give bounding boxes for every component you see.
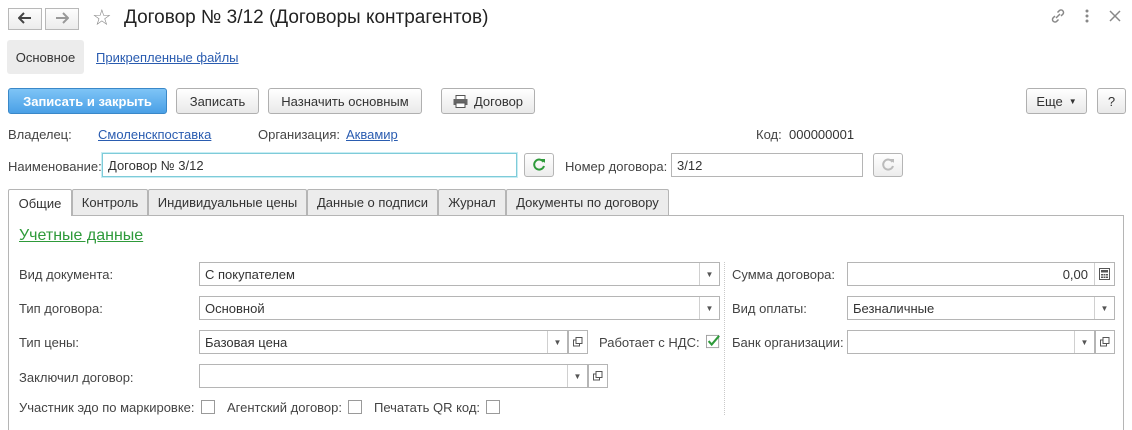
- number-label: Номер договора:: [565, 159, 668, 174]
- print-contract-label: Договор: [473, 93, 524, 109]
- forward-button[interactable]: [45, 8, 79, 30]
- concluded-label: Заключил договор:: [19, 370, 134, 385]
- concluded-select[interactable]: ▼: [199, 364, 588, 388]
- owner-link[interactable]: Смоленскпоставка: [98, 127, 211, 142]
- contract-type-label: Тип договора:: [19, 301, 103, 316]
- edo-checkbox[interactable]: [201, 400, 215, 414]
- tab-control[interactable]: Контроль: [72, 189, 148, 215]
- save-close-button[interactable]: Записать и закрыть: [8, 88, 167, 114]
- chevron-down-icon[interactable]: ▼: [699, 263, 719, 285]
- code-value: 000000001: [789, 127, 855, 142]
- chevron-down-icon[interactable]: ▼: [547, 331, 567, 353]
- owner-label: Владелец:: [8, 127, 72, 142]
- number-input[interactable]: 3/12: [671, 153, 863, 177]
- amount-value: 0,00: [1062, 266, 1088, 282]
- open-icon: [1100, 337, 1110, 347]
- calculator-icon[interactable]: [1094, 263, 1114, 285]
- back-button[interactable]: [8, 8, 42, 30]
- agent-label: Агентский договор:: [227, 400, 343, 415]
- group-title-accounting[interactable]: Учетные данные: [19, 227, 143, 245]
- amount-input[interactable]: 0,00: [847, 262, 1115, 286]
- price-type-label: Тип цены:: [19, 335, 79, 350]
- set-default-button[interactable]: Назначить основным: [268, 88, 422, 114]
- contract-type-value: Основной: [205, 300, 265, 316]
- name-input[interactable]: Договор № 3/12: [102, 153, 517, 177]
- doc-kind-select[interactable]: С покупателем ▼: [199, 262, 720, 286]
- bank-label: Банк организации:: [732, 335, 844, 350]
- org-label: Организация:: [258, 127, 341, 142]
- page-title: Договор № 3/12 (Договоры контрагентов): [124, 7, 489, 28]
- agent-checkbox[interactable]: [348, 400, 362, 414]
- refresh-name-button[interactable]: [524, 153, 554, 177]
- refresh-icon: [881, 158, 895, 172]
- name-label: Наименование:: [8, 159, 102, 174]
- doc-kind-value: С покупателем: [205, 266, 295, 282]
- column-divider: [724, 262, 725, 415]
- tab-panel-general: [8, 215, 1124, 430]
- org-link[interactable]: Аквамир: [346, 127, 398, 142]
- link-icon[interactable]: [1050, 8, 1066, 30]
- open-price-type-button[interactable]: [568, 330, 588, 354]
- chevron-down-icon[interactable]: ▼: [699, 297, 719, 319]
- doc-kind-label: Вид документа:: [19, 267, 114, 282]
- chevron-down-icon[interactable]: ▼: [567, 365, 587, 387]
- save-button[interactable]: Записать: [176, 88, 259, 114]
- price-type-value: Базовая цена: [205, 334, 288, 350]
- chevron-down-icon: ▼: [1068, 96, 1077, 106]
- tab-individual-prices[interactable]: Индивидуальные цены: [148, 189, 307, 215]
- tab-general[interactable]: Общие: [8, 189, 72, 216]
- arrow-right-icon: [55, 11, 70, 27]
- open-icon: [573, 337, 583, 347]
- checkmark-icon: [706, 334, 720, 349]
- printer-icon: [453, 94, 468, 108]
- qr-checkbox[interactable]: [486, 400, 500, 414]
- tab-signature-data[interactable]: Данные о подписи: [307, 189, 438, 215]
- edo-label: Участник эдо по маркировке:: [19, 400, 195, 415]
- more-vertical-icon[interactable]: [1084, 8, 1090, 30]
- section-files-link[interactable]: Прикрепленные файлы: [96, 50, 239, 65]
- amount-label: Сумма договора:: [732, 267, 836, 282]
- refresh-number-button[interactable]: [873, 153, 903, 177]
- open-bank-button[interactable]: [1095, 330, 1115, 354]
- tab-contract-documents[interactable]: Документы по договору: [506, 189, 669, 215]
- chevron-down-icon[interactable]: ▼: [1094, 297, 1114, 319]
- refresh-icon: [532, 158, 546, 172]
- code-label: Код:: [756, 127, 782, 142]
- star-icon[interactable]: ☆: [92, 5, 112, 31]
- close-icon[interactable]: [1109, 8, 1121, 28]
- section-main[interactable]: Основное: [7, 40, 84, 74]
- payment-select[interactable]: Безналичные ▼: [847, 296, 1115, 320]
- open-icon: [593, 371, 603, 381]
- help-button[interactable]: ?: [1097, 88, 1126, 114]
- open-concluded-button[interactable]: [588, 364, 608, 388]
- payment-label: Вид оплаты:: [732, 301, 807, 316]
- payment-value: Безналичные: [853, 300, 935, 316]
- bank-select[interactable]: ▼: [847, 330, 1095, 354]
- tab-journal[interactable]: Журнал: [438, 189, 506, 215]
- more-button[interactable]: Еще ▼: [1026, 88, 1087, 114]
- price-type-select[interactable]: Базовая цена ▼: [199, 330, 568, 354]
- vat-checkbox[interactable]: [706, 334, 720, 349]
- more-label: Еще: [1036, 93, 1063, 109]
- chevron-down-icon[interactable]: ▼: [1074, 331, 1094, 353]
- print-contract-button[interactable]: Договор: [441, 88, 535, 114]
- arrow-left-icon: [17, 11, 32, 27]
- contract-type-select[interactable]: Основной ▼: [199, 296, 720, 320]
- qr-label: Печатать QR код:: [374, 400, 481, 415]
- vat-label: Работает с НДС:: [599, 335, 700, 350]
